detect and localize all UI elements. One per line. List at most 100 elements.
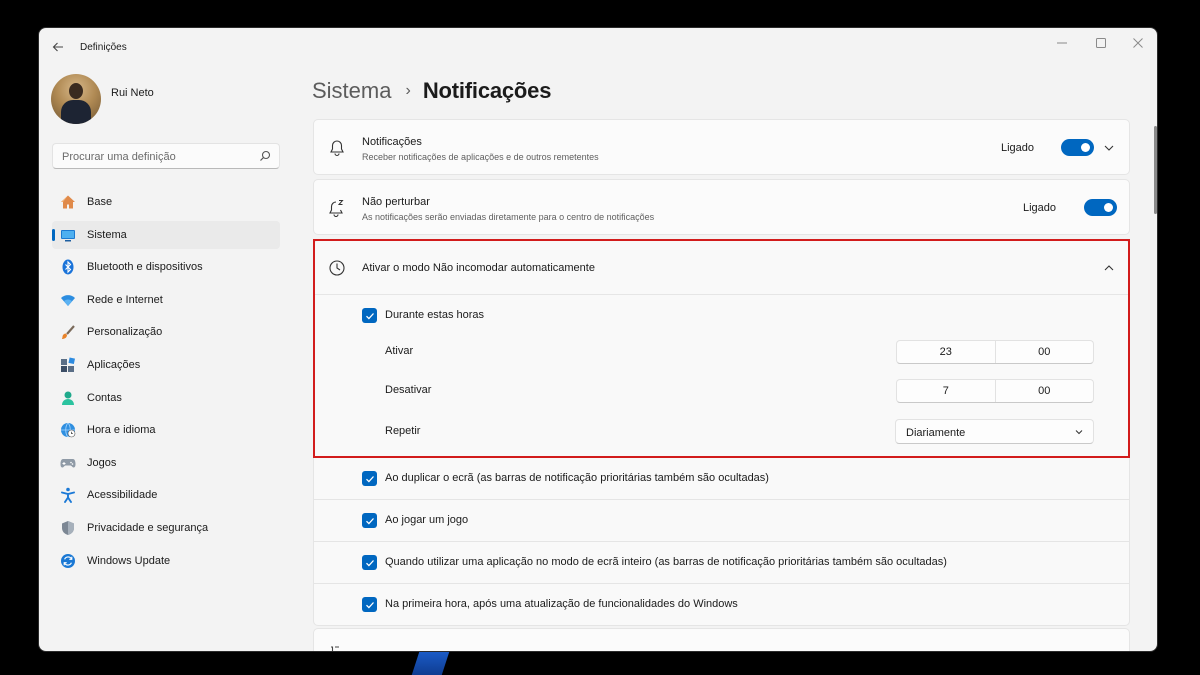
option-feature-update: Na primeira hora, após uma atualização d… <box>313 584 1130 626</box>
playing-game-label: Ao jogar um jogo <box>385 514 469 526</box>
chevron-up-icon[interactable] <box>1103 262 1115 274</box>
sidebar-item-base[interactable]: Base <box>52 188 280 216</box>
auto-dnd-title: Ativar o modo Não incomodar automaticame… <box>362 262 595 274</box>
end-minute[interactable]: 00 <box>994 380 1094 402</box>
notifications-title: Notificações <box>362 136 422 148</box>
globe-clock-icon <box>60 422 76 438</box>
apps-icon <box>60 357 76 373</box>
chevron-down-icon <box>1075 430 1083 435</box>
fullscreen-app-label: Quando utilizar uma aplicação no modo de… <box>385 556 947 568</box>
chevron-down-icon[interactable] <box>1103 142 1115 154</box>
sidebar-item-gaming[interactable]: Jogos <box>52 449 280 477</box>
accessibility-icon <box>60 487 76 504</box>
clock-icon <box>329 260 345 276</box>
close-icon <box>1133 38 1143 48</box>
option-duplicate-screen: Ao duplicar o ecrã (as barras de notific… <box>313 458 1130 500</box>
notifications-card[interactable]: Notificações Receber notificações de apl… <box>313 119 1130 175</box>
notifications-toggle[interactable] <box>1061 139 1094 156</box>
sidebar-item-apps[interactable]: Aplicações <box>52 351 280 379</box>
sidebar-item-time-language[interactable]: Hora e idioma <box>52 416 280 444</box>
repeat-dropdown[interactable]: Diariamente <box>895 419 1094 444</box>
checkmark-icon <box>365 312 374 320</box>
sidebar-item-label: Contas <box>87 391 122 404</box>
minimize-icon <box>1057 42 1067 44</box>
breadcrumb-parent[interactable]: Sistema <box>312 78 391 104</box>
breadcrumb: Sistema › Notificações <box>312 76 551 106</box>
sidebar-item-label: Acessibilidade <box>87 489 158 502</box>
auto-dnd-expander: Ativar o modo Não incomodar automaticame… <box>313 240 1130 457</box>
app-title: Definições <box>80 42 127 53</box>
system-icon <box>60 227 76 243</box>
back-button[interactable] <box>50 39 66 55</box>
during-hours-label: Durante estas horas <box>385 309 485 321</box>
title-bar: Definições <box>39 28 1157 68</box>
page-title: Notificações <box>422 78 552 103</box>
update-icon <box>60 553 76 569</box>
sidebar-item-label: Hora e idioma <box>87 424 156 437</box>
start-hour[interactable]: 23 <box>897 341 995 363</box>
sidebar-item-bluetooth[interactable]: Bluetooth e dispositivos <box>52 253 280 281</box>
sidebar-item-label: Privacidade e segurança <box>87 521 209 534</box>
bell-snooze-icon <box>329 200 344 217</box>
sidebar-item-label: Rede e Internet <box>87 293 163 306</box>
wifi-icon <box>60 292 76 308</box>
close-button[interactable] <box>1128 35 1148 51</box>
checkmark-icon <box>365 517 374 525</box>
start-minute[interactable]: 00 <box>994 341 1094 363</box>
end-hour[interactable]: 7 <box>897 380 995 402</box>
arrow-left-icon <box>52 42 63 52</box>
end-time-picker[interactable]: 7 00 <box>896 379 1094 403</box>
option-fullscreen-app: Quando utilizar uma aplicação no modo de… <box>313 542 1130 584</box>
playing-game-checkbox[interactable] <box>362 513 377 528</box>
sidebar-item-label: Base <box>87 196 113 208</box>
brush-icon <box>60 324 76 340</box>
gamepad-icon <box>60 455 76 471</box>
do-not-disturb-card[interactable]: Não perturbar As notificações serão envi… <box>313 179 1130 235</box>
duplicate-screen-label: Ao duplicar o ecrã (as barras de notific… <box>385 472 769 484</box>
sidebar-item-label: Personalização <box>87 326 163 339</box>
checkmark-icon <box>365 601 374 609</box>
sidebar-item-privacy[interactable]: Privacidade e segurança <box>52 514 280 542</box>
dnd-state: Ligado <box>1023 202 1057 214</box>
search-icon[interactable] <box>259 150 271 162</box>
avatar[interactable] <box>51 74 101 124</box>
repeat-value: Diariamente <box>906 427 966 439</box>
dnd-title: Não perturbar <box>362 196 430 208</box>
dnd-subtitle: As notificações serão enviadas diretamen… <box>362 212 655 222</box>
search-input[interactable]: Procurar uma definição <box>52 143 280 169</box>
bluetooth-icon <box>60 259 76 275</box>
bell-icon <box>331 646 339 651</box>
next-card-partial[interactable] <box>313 628 1130 651</box>
sidebar-item-windows-update[interactable]: Windows Update <box>52 547 280 575</box>
maximize-button[interactable] <box>1091 35 1111 51</box>
sidebar-item-accessibility[interactable]: Acessibilidade <box>52 481 280 509</box>
start-time-picker[interactable]: 23 00 <box>896 340 1094 364</box>
sidebar-item-label: Windows Update <box>87 554 171 567</box>
feature-update-checkbox[interactable] <box>362 597 377 612</box>
auto-dnd-header[interactable]: Ativar o modo Não incomodar automaticame… <box>314 241 1129 295</box>
sidebar-item-label: Sistema <box>87 228 127 241</box>
scrollbar[interactable] <box>1154 126 1157 214</box>
minimize-button[interactable] <box>1052 35 1072 51</box>
bell-icon <box>330 140 344 157</box>
sidebar-item-network[interactable]: Rede e Internet <box>52 286 280 314</box>
feature-update-label: Na primeira hora, após uma atualização d… <box>385 598 738 610</box>
settings-window: Definições Rui Neto Procurar uma definiç… <box>39 28 1157 651</box>
sidebar-item-sistema[interactable]: Sistema <box>52 220 280 249</box>
shield-icon <box>60 520 76 536</box>
fullscreen-app-checkbox[interactable] <box>362 555 377 570</box>
sidebar-item-label: Aplicações <box>87 358 141 371</box>
notifications-state: Ligado <box>1001 142 1035 154</box>
start-time-label: Ativar <box>385 345 414 357</box>
duplicate-screen-checkbox[interactable] <box>362 471 377 486</box>
home-icon <box>60 194 76 210</box>
dnd-toggle[interactable] <box>1084 199 1117 216</box>
during-hours-checkbox[interactable] <box>362 308 377 323</box>
sidebar-item-personalization[interactable]: Personalização <box>52 318 280 346</box>
end-time-label: Desativar <box>385 384 432 396</box>
search-placeholder: Procurar uma definição <box>62 151 176 163</box>
user-name: Rui Neto <box>111 87 154 99</box>
repeat-label: Repetir <box>385 425 421 437</box>
breadcrumb-separator: › <box>405 82 411 99</box>
sidebar-item-accounts[interactable]: Contas <box>52 384 280 412</box>
